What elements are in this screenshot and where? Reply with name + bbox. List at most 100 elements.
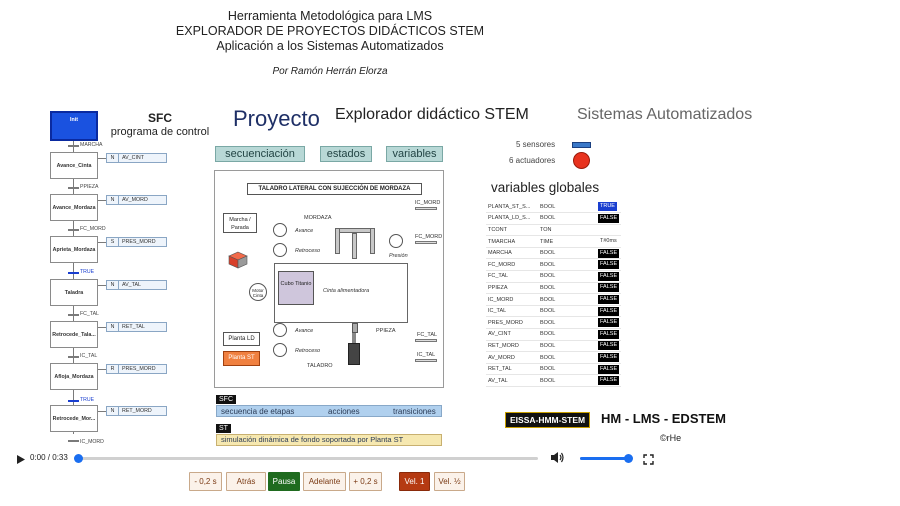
fc-tal-label: FC_TAL [417, 332, 438, 338]
variable-value: FALSE [598, 341, 620, 351]
presion-label: Presión [389, 253, 408, 259]
sfc-step[interactable]: Retrocede_Mor... [50, 405, 98, 432]
sfc-action: N AV_TAL [106, 280, 167, 290]
taladro-label: TALADRO [307, 363, 333, 369]
sfc-transition-label: FC_MORD [80, 226, 106, 232]
clamp-rod-icon [352, 233, 357, 259]
volume-slider[interactable] [580, 454, 633, 463]
sfc-action-name: RET_MORD [122, 408, 152, 414]
tab-estados[interactable]: estados [320, 146, 372, 162]
vel-half-button[interactable]: Vel. ½ [434, 472, 465, 491]
sfc-action-link [98, 200, 106, 201]
sfc-step[interactable]: Aprieta_Mordaza [50, 236, 98, 263]
st-tag: ST [216, 424, 231, 433]
sfc-action-link [98, 411, 106, 412]
play-icon[interactable] [15, 452, 26, 464]
avance-taladro-actuator-icon [273, 323, 287, 337]
variable-type: BOOL [538, 340, 596, 353]
global-variable-row: FC_MORD BOOL FALSE [486, 258, 622, 272]
variable-name: FC_TAL [486, 270, 538, 283]
forward-0-2s-button[interactable]: + 0,2 s [349, 472, 382, 491]
fullscreen-icon[interactable] [643, 452, 654, 465]
pausa-button[interactable]: Pausa [268, 472, 300, 491]
sfc-action-link [98, 285, 106, 286]
seek-thumb[interactable] [74, 454, 83, 463]
variable-value: FALSE [598, 213, 620, 223]
sfc-transition [68, 314, 79, 316]
variable-name: AV_TAL [486, 374, 538, 387]
avance-mordaza-label: Avance [295, 228, 314, 234]
sfc-action-name: AV_MORD [122, 197, 148, 203]
header-line-2: EXPLORADOR DE PROYECTOS DIDÁCTICOS STEM [175, 24, 485, 38]
variable-type: BOOL [538, 293, 596, 306]
sfc-action-qualifier: N [107, 154, 119, 162]
sfc-bar-item: secuencia de etapas [221, 407, 295, 416]
vel-1-button[interactable]: Vel. 1 [399, 472, 430, 491]
sfc-step[interactable]: Avance_Cinta [50, 152, 98, 179]
sfc-transition [68, 145, 79, 147]
planta-st-button[interactable]: Planta ST [223, 351, 260, 366]
variable-value-cell: FALSE [596, 328, 622, 341]
variable-value: FALSE [598, 364, 620, 374]
global-variable-row: PLANTA_ST_S... BOOL TRUE [486, 201, 622, 214]
back-0-2s-button[interactable]: - 0,2 s [189, 472, 222, 491]
global-variable-row: TMARCHA TIME T#0ms [486, 235, 622, 248]
global-variable-row: PRES_MORD BOOL FALSE [486, 316, 622, 330]
cinta-label: Cinta alimentadora [323, 288, 370, 294]
volume-icon[interactable] [550, 451, 564, 464]
tab-variables[interactable]: variables [386, 146, 443, 162]
avance-taladro-label: Avance [295, 328, 314, 334]
global-variable-row: IC_TAL BOOL FALSE [486, 305, 622, 318]
project-category: Sistemas Automatizados [577, 106, 753, 123]
ppieza-label: PPIEZA [376, 328, 396, 334]
sfc-action: N RET_MORD [106, 406, 167, 416]
sfc-action-qualifier: R [107, 365, 119, 373]
planta-ld-button[interactable]: Planta LD [223, 332, 260, 346]
sfc-step[interactable]: Retrocede_Tala... [50, 321, 98, 348]
sfc-action: N RET_TAL [106, 322, 167, 332]
ic-tal-sensor-icon [415, 359, 437, 362]
variable-value: T#0ms [600, 238, 617, 245]
project-subheading: Explorador didáctico STEM [335, 106, 529, 123]
sfc-step[interactable]: Taladra [50, 279, 98, 306]
sfc-transition-label: TRUE [80, 269, 95, 275]
global-variable-row: AV_CINT BOOL FALSE [486, 328, 622, 341]
process-diagram: TALADRO LATERAL CON SUJECCIÓN DE MORDAZA… [214, 170, 444, 388]
global-variable-row: PLANTA_LD_S... BOOL FALSE [486, 212, 622, 225]
variable-value: FALSE [598, 283, 620, 293]
sfc-step[interactable]: Avance_Mordaza [50, 194, 98, 221]
marcha-parada-button[interactable]: Marcha / Parada [223, 213, 257, 233]
sfc-title: SFC [148, 111, 172, 125]
global-variable-row: AV_MORD BOOL FALSE [486, 351, 622, 364]
sfc-step-init[interactable]: Init [50, 111, 98, 141]
fc-tal-sensor-icon [415, 339, 437, 342]
sfc-transition [68, 356, 79, 358]
sfc-action-name: AV_TAL [122, 282, 141, 288]
variable-value-cell: FALSE [596, 316, 622, 330]
variable-type: BOOL [538, 282, 596, 295]
copyright: ©rHe [660, 433, 682, 443]
sfc-action-link [98, 369, 106, 370]
variable-type: BOOL [538, 351, 596, 364]
adelante-button[interactable]: Adelante [303, 472, 346, 491]
variable-type: BOOL [538, 247, 596, 260]
variable-name: AV_CINT [486, 328, 538, 341]
variable-value: FALSE [598, 260, 620, 270]
tab-secuenciacion[interactable]: secuenciación [215, 146, 305, 162]
sfc-action-name: PRES_MORD [122, 239, 156, 245]
variable-name: PLANTA_LD_S... [486, 212, 538, 225]
variable-type: BOOL [538, 316, 596, 330]
volume-thumb[interactable] [624, 454, 633, 463]
variable-value-cell: T#0ms [596, 235, 622, 248]
seek-bar[interactable] [74, 454, 538, 463]
sfc-step[interactable]: Afloja_Mordaza [50, 363, 98, 390]
atras-button[interactable]: Atrás [226, 472, 266, 491]
variable-value-cell: FALSE [596, 293, 622, 306]
variable-value-cell: FALSE [596, 282, 622, 295]
ic-mord-label: IC_MORD [415, 200, 441, 206]
variable-type: BOOL [538, 363, 596, 376]
sfc-action: N AV_CINT [106, 153, 167, 163]
diagram-title: TALADRO LATERAL CON SUJECCIÓN DE MORDAZA [247, 183, 422, 195]
sfc-tag: SFC [216, 395, 236, 404]
sfc-action-link [98, 327, 106, 328]
